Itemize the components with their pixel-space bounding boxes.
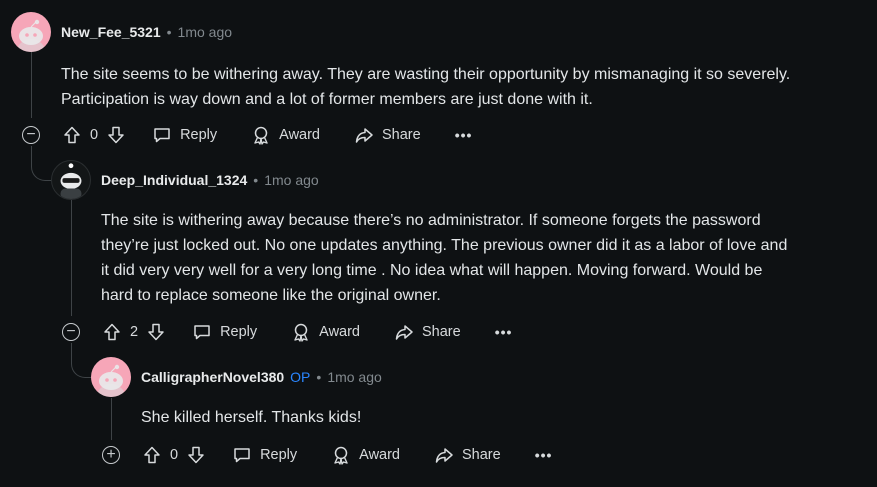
- plus-icon: +: [106, 446, 116, 463]
- upvote-icon[interactable]: [102, 322, 122, 342]
- separator: •: [316, 369, 322, 385]
- comment-body: The site is withering away because there…: [101, 208, 787, 308]
- award-button[interactable]: Award: [251, 125, 320, 145]
- vote-count: 0: [170, 447, 179, 463]
- award-label: Award: [359, 447, 400, 463]
- comment-meta: Deep_Individual_1324 • 1mo ago: [101, 172, 319, 188]
- comment-body: The site seems to be withering away. The…: [61, 62, 790, 112]
- share-icon: [434, 445, 454, 465]
- award-button[interactable]: Award: [291, 322, 360, 342]
- upvote-icon[interactable]: [62, 125, 82, 145]
- downvote-icon[interactable]: [186, 445, 206, 465]
- award-icon: [251, 125, 271, 145]
- timestamp[interactable]: 1mo ago: [327, 369, 381, 385]
- award-icon: [291, 322, 311, 342]
- thread-line: [31, 52, 32, 118]
- snoo-avatar-icon: [96, 364, 126, 397]
- more-options-button[interactable]: •••: [535, 447, 553, 463]
- comment-line: The site is withering away because there…: [101, 212, 761, 229]
- more-options-button[interactable]: •••: [455, 127, 473, 143]
- share-icon: [354, 125, 374, 145]
- more-options-button[interactable]: •••: [495, 324, 513, 340]
- timestamp[interactable]: 1mo ago: [264, 172, 318, 188]
- separator: •: [253, 172, 259, 188]
- comment-bubble-icon: [152, 125, 172, 145]
- minus-icon: −: [66, 323, 76, 340]
- comment-line: they’re just locked out. No one updates …: [101, 237, 788, 254]
- reply-label: Reply: [220, 324, 258, 340]
- reply-label: Reply: [180, 127, 218, 143]
- minus-icon: −: [26, 126, 36, 143]
- comment-actions: + 0 Reply Award Share •••: [102, 439, 552, 471]
- timestamp[interactable]: 1mo ago: [178, 24, 232, 40]
- award-label: Award: [319, 324, 360, 340]
- comment-line: hard to replace someone like the origina…: [101, 287, 441, 304]
- award-button[interactable]: Award: [331, 445, 400, 465]
- comment-actions: − 0 Reply Award Share •••: [22, 119, 472, 151]
- vote-group: 2: [102, 322, 166, 342]
- share-label: Share: [462, 447, 501, 463]
- comment-bubble-icon: [232, 445, 252, 465]
- comment-bubble-icon: [192, 322, 212, 342]
- avatar[interactable]: [91, 357, 131, 397]
- comment-meta: CalligrapherNovel380 OP • 1mo ago: [141, 369, 382, 385]
- award-label: Award: [279, 127, 320, 143]
- snoo-avatar-icon: [16, 19, 46, 52]
- reply-button[interactable]: Reply: [152, 125, 217, 145]
- comment-line: it did very very well for a very long ti…: [101, 262, 763, 279]
- share-button[interactable]: Share: [394, 322, 461, 342]
- comment-actions: − 2 Reply Award Share •••: [62, 316, 512, 348]
- share-icon: [394, 322, 414, 342]
- comment-line: She killed herself. Thanks kids!: [141, 409, 362, 426]
- username[interactable]: Deep_Individual_1324: [101, 172, 247, 188]
- avatar[interactable]: [11, 12, 51, 52]
- username[interactable]: New_Fee_5321: [61, 24, 161, 40]
- snoo-avatar-dark-icon: [60, 163, 82, 199]
- comment-body: She killed herself. Thanks kids!: [141, 405, 361, 430]
- reply-button[interactable]: Reply: [192, 322, 257, 342]
- share-label: Share: [382, 127, 421, 143]
- vote-group: 0: [62, 125, 126, 145]
- comment-meta: New_Fee_5321 • 1mo ago: [61, 24, 232, 40]
- downvote-icon[interactable]: [146, 322, 166, 342]
- vote-count: 0: [90, 127, 99, 143]
- collapse-button[interactable]: −: [22, 126, 40, 144]
- comment-line: The site seems to be withering away. The…: [61, 66, 791, 83]
- award-icon: [331, 445, 351, 465]
- op-badge: OP: [290, 369, 311, 385]
- collapse-button[interactable]: −: [62, 323, 80, 341]
- share-button[interactable]: Share: [354, 125, 421, 145]
- share-label: Share: [422, 324, 461, 340]
- vote-count: 2: [130, 324, 139, 340]
- vote-group: 0: [142, 445, 206, 465]
- reply-button[interactable]: Reply: [232, 445, 297, 465]
- thread-line: [111, 398, 112, 440]
- reply-label: Reply: [260, 447, 298, 463]
- comment-line: Participation is way down and a lot of f…: [61, 91, 593, 108]
- separator: •: [166, 24, 172, 40]
- username[interactable]: CalligrapherNovel380: [141, 369, 284, 385]
- upvote-icon[interactable]: [142, 445, 162, 465]
- share-button[interactable]: Share: [434, 445, 501, 465]
- downvote-icon[interactable]: [106, 125, 126, 145]
- expand-button[interactable]: +: [102, 446, 120, 464]
- thread-line: [71, 200, 72, 316]
- avatar[interactable]: [51, 160, 91, 200]
